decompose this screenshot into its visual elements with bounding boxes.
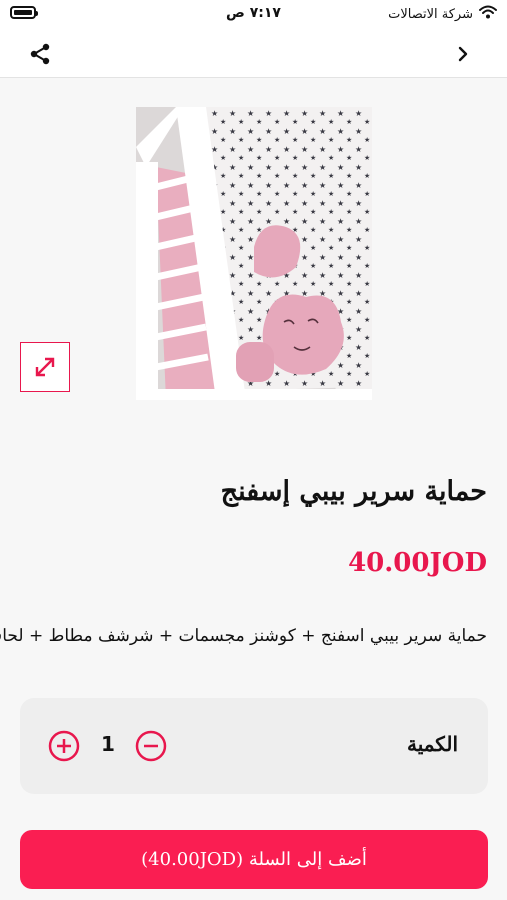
add-to-cart-label: أضف إلى السلة (40.00JOD) (141, 849, 367, 870)
add-to-cart-button[interactable]: أضف إلى السلة (40.00JOD) (20, 830, 488, 889)
quantity-value: 1 (101, 732, 115, 756)
expand-icon (35, 357, 55, 377)
plus-circle-icon (48, 730, 80, 762)
quantity-selector: الكمية 1 (20, 698, 488, 794)
quantity-label: الكمية (406, 732, 458, 756)
decrease-quantity-button[interactable] (135, 730, 167, 762)
product-image[interactable]: ★ ★ (136, 107, 372, 400)
expand-image-button[interactable] (20, 342, 70, 392)
status-bar: ٧:١٧ ص شركة الاتصالات (0, 0, 507, 30)
carrier-name: شركة الاتصالات (388, 6, 473, 22)
share-button[interactable] (26, 40, 54, 68)
minus-circle-icon (135, 730, 167, 762)
product-price: 40.00JOD (348, 548, 487, 578)
nav-bar (0, 30, 507, 78)
increase-quantity-button[interactable] (48, 730, 80, 762)
wifi-icon (479, 5, 497, 23)
back-button[interactable] (451, 42, 475, 66)
product-title: حماية سرير بيبي إسفنج (220, 476, 487, 507)
chevron-right-icon (458, 46, 468, 62)
share-icon (30, 43, 50, 65)
status-right: شركة الاتصالات (388, 5, 497, 23)
product-description: حماية سرير بيبي اسفنج + كوشنز مجسمات + ش… (0, 626, 487, 646)
